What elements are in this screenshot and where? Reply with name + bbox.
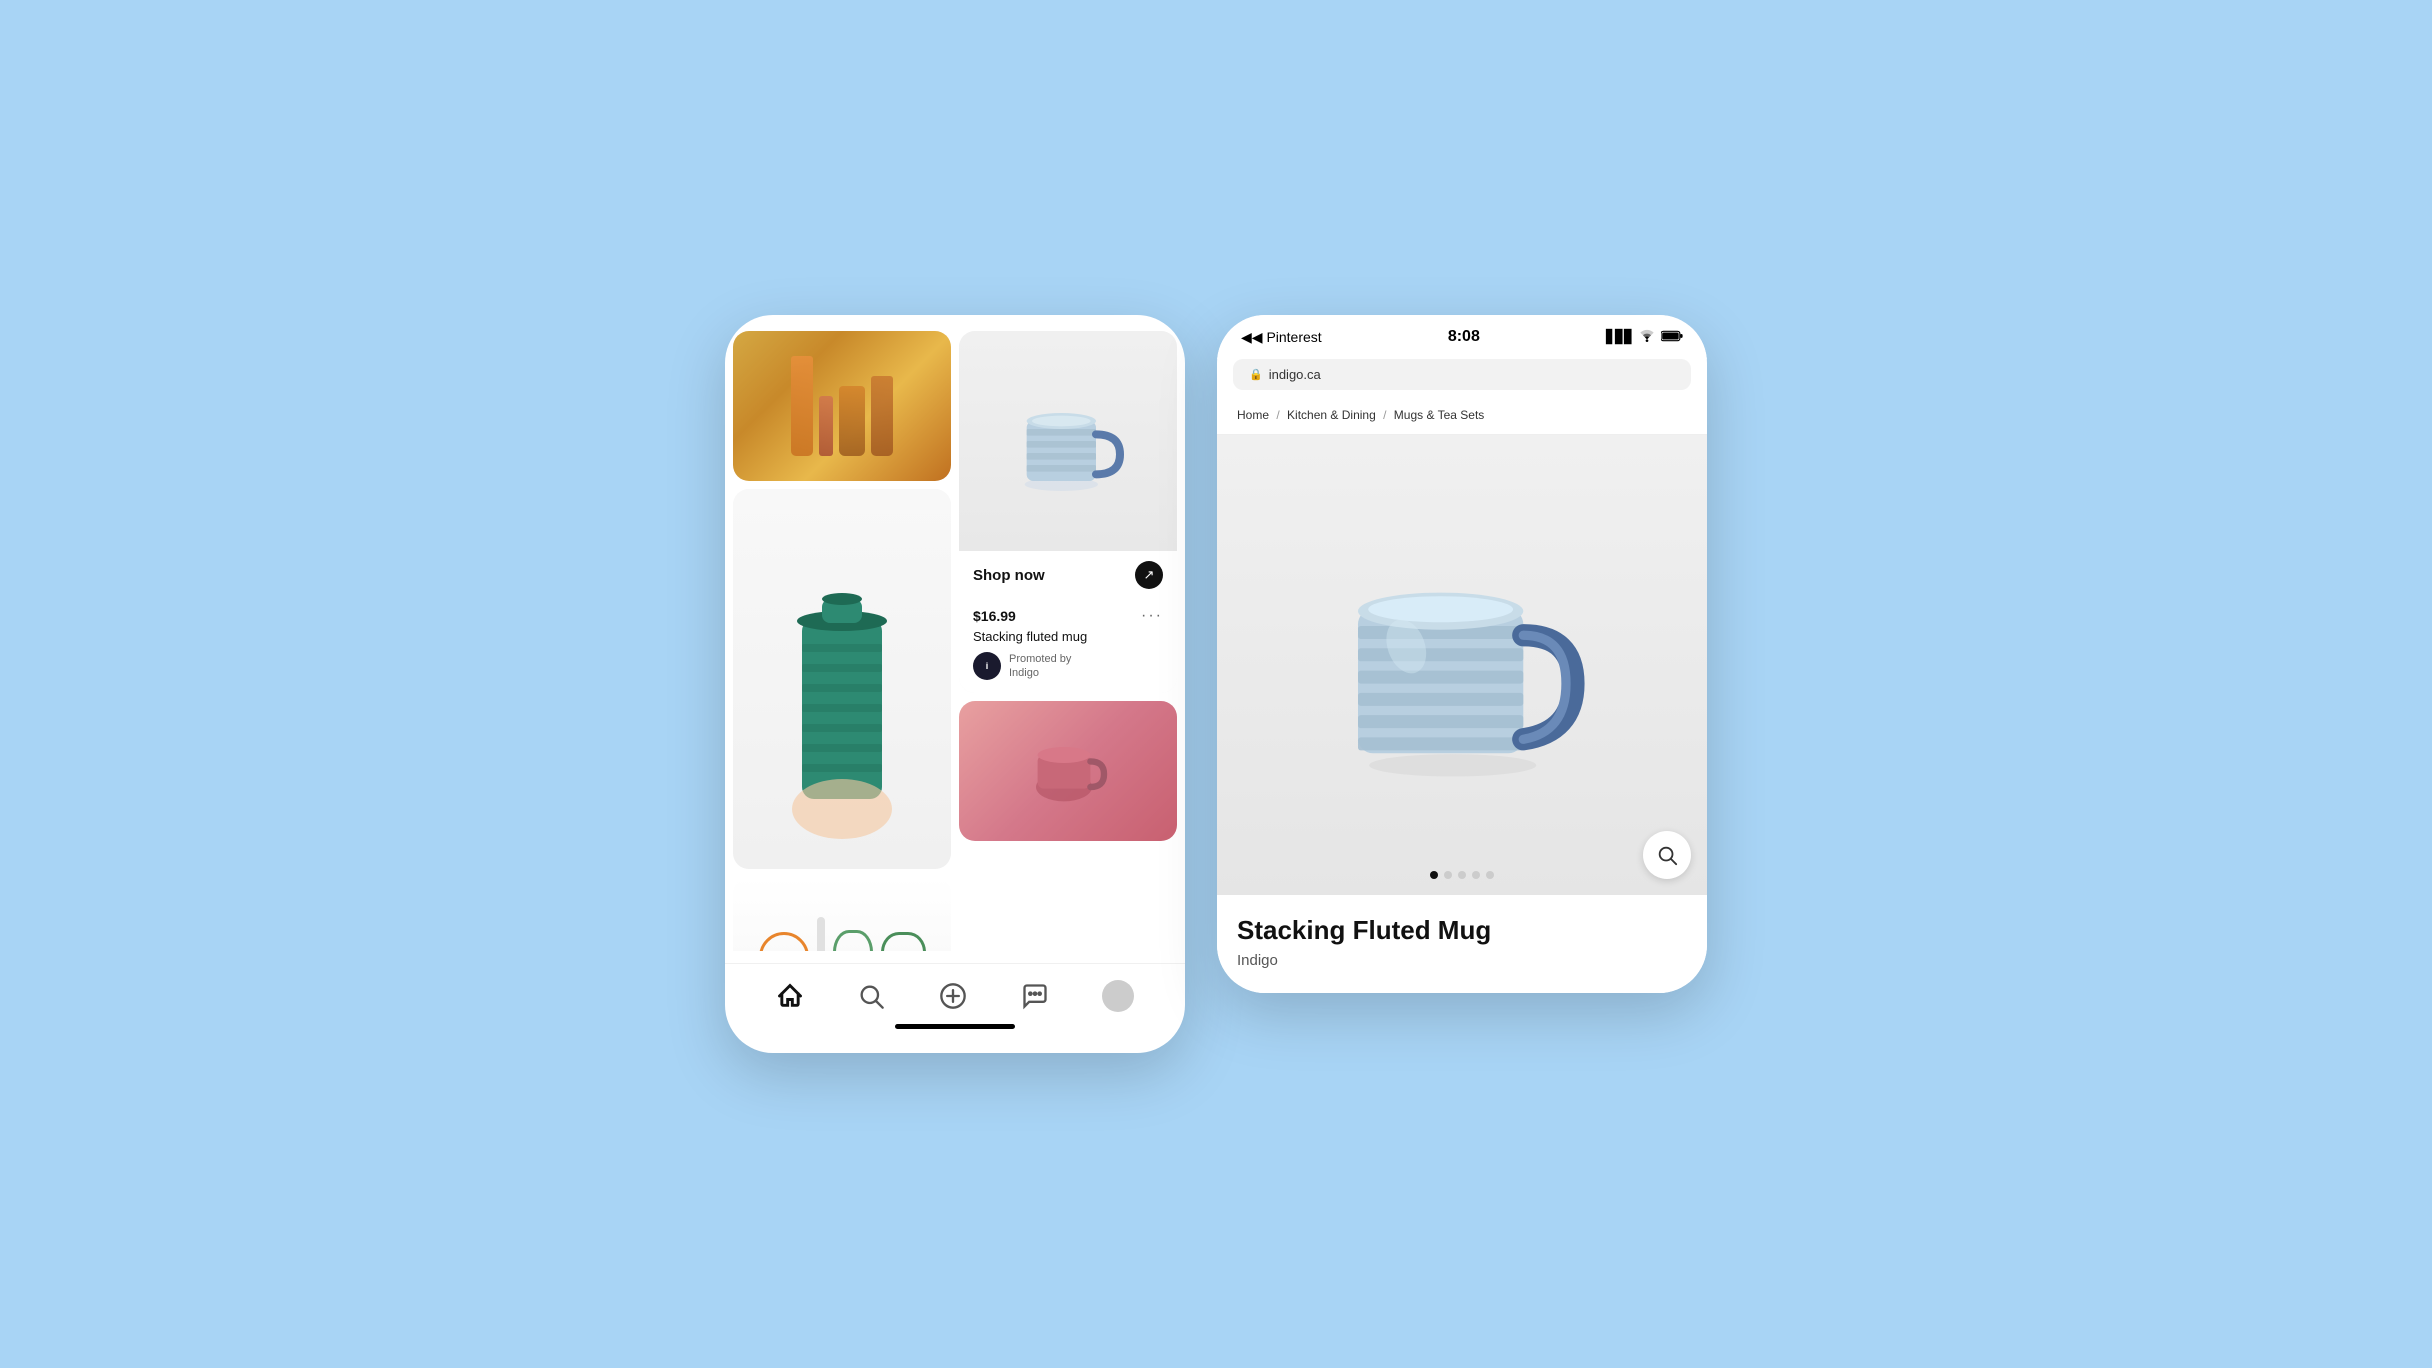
breadcrumb-sep2: / — [1383, 408, 1386, 422]
back-to-pinterest[interactable]: ◀ ◀ Pinterest — [1241, 329, 1322, 346]
glasses-image — [733, 331, 951, 481]
lock-icon: 🔒 — [1249, 368, 1263, 381]
colored-glasses-image — [733, 877, 951, 951]
battery-icon — [1661, 330, 1683, 345]
pink-mug-pin[interactable] — [959, 701, 1177, 841]
phone-indigo: ◀ ◀ Pinterest 8:08 ▋▊▊ — [1217, 315, 1707, 993]
pin-col-right: Shop now ↗ $16.99 ··· Stacking fluted mu… — [959, 331, 1177, 951]
home-indicator — [895, 1024, 1015, 1029]
signal-icon: ▋▊▊ — [1606, 329, 1633, 345]
indigo-status-bar: ◀ ◀ Pinterest 8:08 ▋▊▊ — [1217, 315, 1707, 359]
product-title: Stacking Fluted Mug — [1237, 915, 1687, 946]
dot-1[interactable] — [1430, 871, 1438, 879]
nav-add[interactable] — [939, 982, 967, 1010]
address-bar[interactable]: 🔒 indigo.ca — [1233, 359, 1691, 390]
promoted-text: Promoted by Indigo — [1009, 652, 1071, 681]
product-info: Stacking Fluted Mug Indigo — [1217, 895, 1707, 993]
pin-price: $16.99 — [973, 608, 1016, 624]
blue-mug-image — [959, 331, 1177, 551]
pin-details: $16.99 ··· Stacking fluted mug i Promote… — [959, 599, 1177, 693]
status-icons: ▋▊▊ — [1606, 329, 1683, 346]
indigo-logo-icon: i — [973, 652, 1001, 680]
status-time: 8:08 — [1448, 328, 1480, 346]
shop-now-bar[interactable]: Shop now ↗ — [959, 551, 1177, 599]
breadcrumb-page[interactable]: Mugs & Tea Sets — [1394, 408, 1485, 422]
more-options-icon[interactable]: ··· — [1141, 607, 1163, 625]
breadcrumb-home[interactable]: Home — [1237, 408, 1269, 422]
image-dots — [1430, 871, 1494, 879]
colored-glasses-pin[interactable] — [733, 877, 951, 951]
back-label: ◀ Pinterest — [1252, 329, 1322, 346]
teal-cup-image — [733, 489, 951, 869]
breadcrumb-section[interactable]: Kitchen & Dining — [1287, 408, 1376, 422]
pink-mug-image — [959, 701, 1177, 841]
pin-feed: Shop now ↗ $16.99 ··· Stacking fluted mu… — [725, 331, 1185, 951]
glasses-pin[interactable] — [733, 331, 951, 481]
dot-4[interactable] — [1472, 871, 1480, 879]
pin-product-name: Stacking fluted mug — [973, 629, 1163, 644]
shop-now-label: Shop now — [973, 567, 1045, 584]
promoted-row: i Promoted by Indigo — [973, 652, 1163, 681]
nav-search[interactable] — [857, 982, 885, 1010]
dot-2[interactable] — [1444, 871, 1452, 879]
back-chevron-icon: ◀ — [1241, 329, 1252, 346]
shop-now-arrow-icon[interactable]: ↗ — [1135, 561, 1163, 589]
breadcrumb: Home / Kitchen & Dining / Mugs & Tea Set… — [1217, 398, 1707, 435]
avatar — [1102, 980, 1134, 1012]
blue-mug-shop-pin[interactable]: Shop now ↗ $16.99 ··· Stacking fluted mu… — [959, 331, 1177, 693]
nav-messages[interactable] — [1021, 982, 1049, 1010]
product-main-image — [1332, 545, 1592, 785]
phone-pinterest: Shop now ↗ $16.99 ··· Stacking fluted mu… — [725, 315, 1185, 1053]
scene: Shop now ↗ $16.99 ··· Stacking fluted mu… — [693, 283, 1739, 1085]
product-brand: Indigo — [1237, 952, 1687, 969]
wifi-icon — [1639, 329, 1655, 346]
pin-col-left — [733, 331, 951, 951]
nav-profile[interactable] — [1102, 980, 1134, 1012]
dot-3[interactable] — [1458, 871, 1466, 879]
url-text: indigo.ca — [1269, 367, 1321, 382]
product-image-area — [1217, 435, 1707, 895]
search-fab[interactable] — [1643, 831, 1691, 879]
breadcrumb-sep1: / — [1276, 408, 1279, 422]
bottom-nav — [725, 963, 1185, 1012]
teal-cup-pin[interactable] — [733, 489, 951, 869]
dot-5[interactable] — [1486, 871, 1494, 879]
nav-home[interactable] — [776, 982, 804, 1010]
